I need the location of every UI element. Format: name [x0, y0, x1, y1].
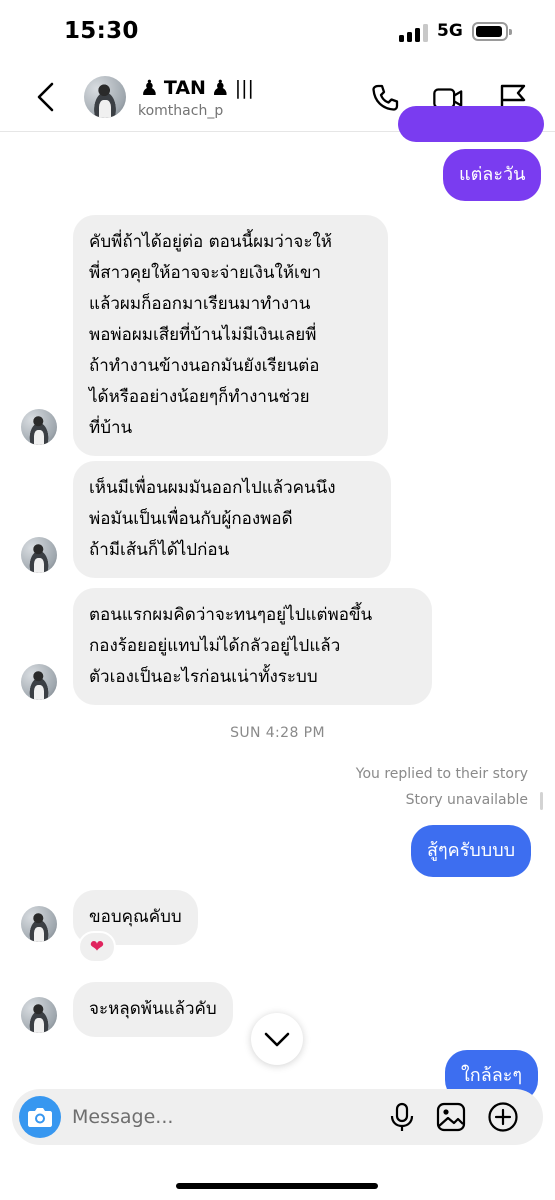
contact-name[interactable]: ♟ TAN ♟ |||	[140, 76, 254, 100]
message-line: ถ้ามีเส้นก็ได้ไปก่อน	[89, 540, 230, 560]
message-text: แต่ละวัน	[459, 164, 526, 185]
incoming-message[interactable]: ตอนแรกผมคิดว่าจะทนๆอยู่ไปแต่พอขึ้น กองร้…	[73, 588, 432, 705]
message-timestamp: SUN 4:28 PM	[230, 725, 325, 741]
back-icon[interactable]	[30, 80, 64, 114]
phone-icon[interactable]	[369, 82, 401, 114]
message-bubble-partial	[398, 106, 544, 142]
pawn-icon: ♟	[140, 76, 159, 100]
scroll-to-bottom-button[interactable]	[251, 1013, 303, 1065]
story-unavailable-label[interactable]: Story unavailable	[406, 792, 528, 808]
message-text: ใกล้ละๆ	[461, 1065, 523, 1086]
username[interactable]: komthach_p	[138, 103, 223, 119]
message-line: ตัวเองเป็นอะไรก่อนเน่าทั้งระบบ	[89, 667, 318, 687]
heart-reaction-icon[interactable]: ❤	[78, 931, 116, 963]
message-text: จะหลุดพ้นแล้วคับ	[89, 999, 217, 1019]
sender-avatar[interactable]	[21, 906, 57, 942]
chevron-down-icon	[264, 1032, 290, 1047]
message-line: คับพี่ถ้าได้อยู่ต่อ ตอนนี้ผมว่าจะให้	[89, 232, 332, 252]
message-line: เห็นมีเพื่อนผมมันออกไปแล้วคนนึง	[89, 478, 336, 498]
mic-icon[interactable]	[386, 1101, 418, 1133]
story-reply-label: You replied to their story	[355, 766, 528, 782]
plus-icon[interactable]	[487, 1101, 519, 1133]
story-indicator	[540, 792, 543, 810]
pawn-icon: ♟	[210, 76, 230, 100]
avatar[interactable]	[84, 76, 126, 118]
message-line: พี่สาวคุยให้อาจจะจ่ายเงินให้เขา	[89, 263, 322, 283]
display-name: TAN	[163, 77, 206, 99]
message-line: ที่บ้าน	[89, 418, 133, 438]
message-line: พ่อมันเป็นเพื่อนกับผู้กองพอดี	[89, 509, 293, 529]
signal-icon	[399, 24, 429, 42]
message-text: สู้ๆครับบบบ	[427, 840, 516, 861]
battery-icon	[472, 22, 512, 41]
incoming-message[interactable]: จะหลุดพ้นแล้วคับ	[73, 982, 233, 1037]
incoming-message[interactable]: เห็นมีเพื่อนผมมันออกไปแล้วคนนึง พ่อมันเป…	[73, 461, 391, 578]
message-composer	[12, 1089, 543, 1145]
gallery-icon[interactable]	[435, 1101, 467, 1133]
message-line: ได้หรืออย่างน้อยๆก็ทำงานช่วย	[89, 387, 310, 407]
home-indicator	[176, 1183, 378, 1189]
status-bar: 15:30 5G	[0, 0, 555, 66]
camera-icon	[28, 1108, 52, 1127]
sender-avatar[interactable]	[21, 409, 57, 445]
incoming-message[interactable]: คับพี่ถ้าได้อยู่ต่อ ตอนนี้ผมว่าจะให้ พี่…	[73, 215, 388, 456]
sender-avatar[interactable]	[21, 997, 57, 1033]
message-text: ขอบคุณคับบ	[89, 907, 182, 927]
status-time: 15:30	[64, 18, 139, 44]
outgoing-message[interactable]: สู้ๆครับบบบ	[411, 825, 532, 877]
message-input[interactable]	[72, 1102, 362, 1132]
message-line: พอพ่อผมเสียที่บ้านไม่มีเงินเลยพี่	[89, 325, 317, 345]
message-line: ตอนแรกผมคิดว่าจะทนๆอยู่ไปแต่พอขึ้น	[89, 605, 373, 625]
message-line: แล้วผมก็ออกมาเรียนมาทำงาน	[89, 294, 311, 314]
message-line: กองร้อยอยู่แทบไม่ได้กลัวอยู่ไปแล้ว	[89, 636, 341, 656]
sender-avatar[interactable]	[21, 664, 57, 700]
name-decor-bars: |||	[234, 77, 254, 99]
outgoing-message[interactable]: แต่ละวัน	[443, 149, 542, 201]
network-label: 5G	[437, 21, 463, 41]
camera-button[interactable]	[19, 1096, 61, 1138]
sender-avatar[interactable]	[21, 537, 57, 573]
message-line: ถ้าทำงานข้างนอกมันยังเรียนต่อ	[89, 356, 320, 376]
